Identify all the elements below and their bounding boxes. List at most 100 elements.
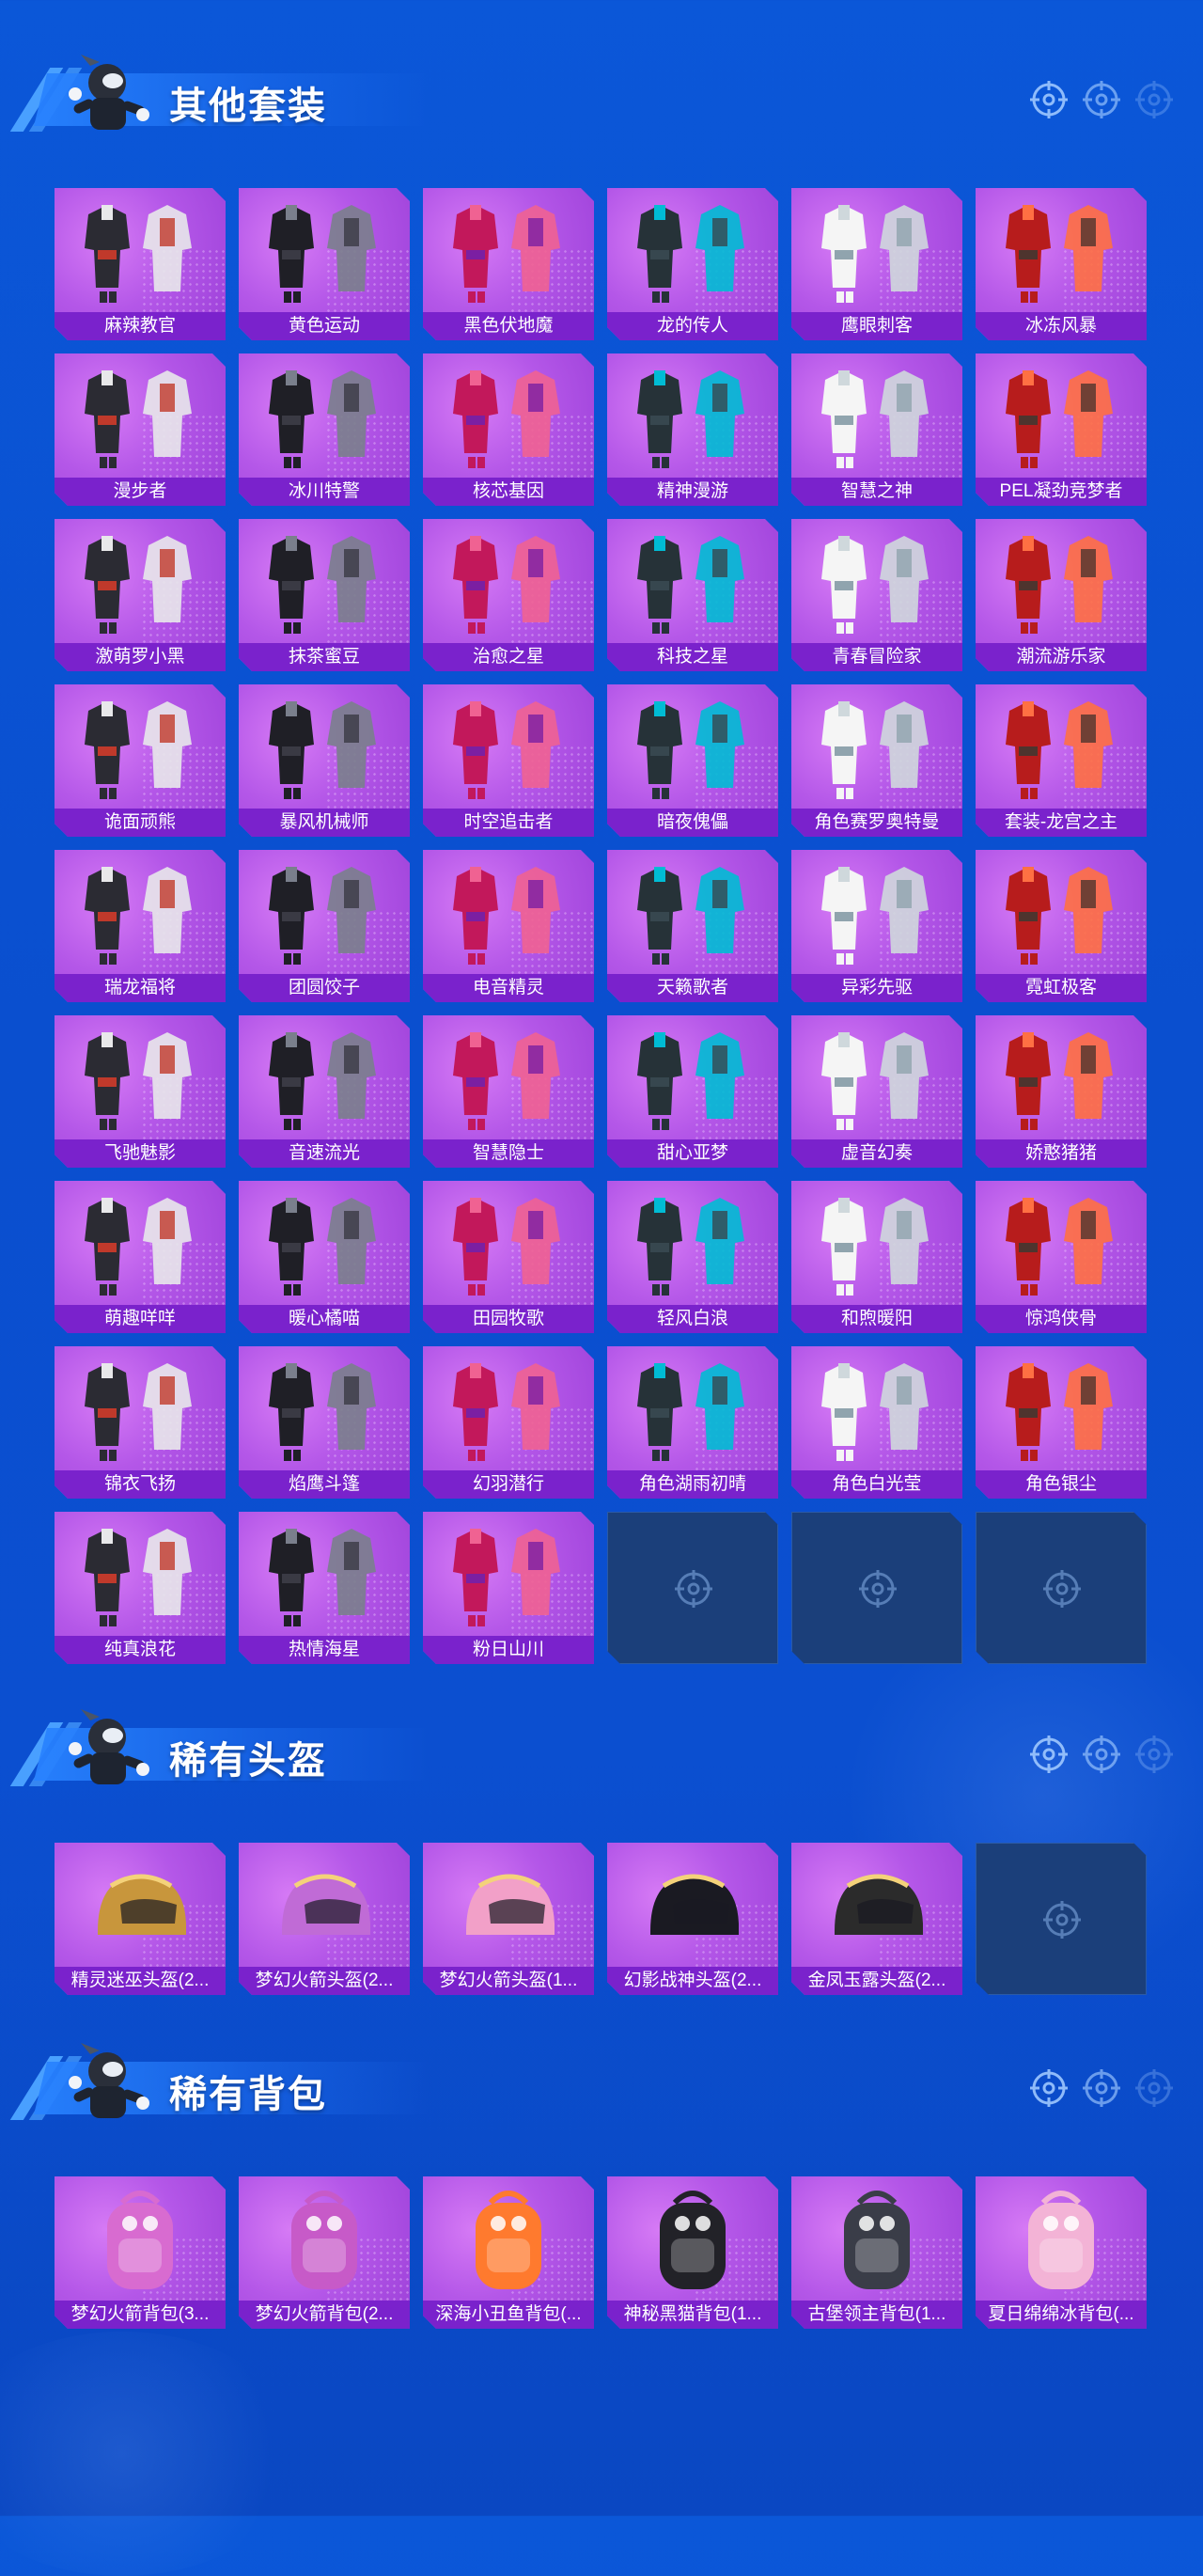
crosshair-target-icon — [857, 1568, 898, 1610]
item-tile[interactable]: 梦幻火箭背包(3... — [55, 2176, 226, 2329]
item-tile[interactable]: 精神漫游 — [607, 353, 778, 506]
item-tile[interactable]: 瑞龙福将 — [55, 850, 226, 1002]
item-name: 黑色伏地魔 — [423, 312, 594, 340]
item-tile[interactable]: 鹰眼刺客 — [791, 188, 962, 340]
outfit-icon — [239, 690, 410, 807]
item-tile[interactable]: 金凤玉露头盔(2... — [791, 1843, 962, 1995]
item-tile[interactable]: 冰冻风暴 — [976, 188, 1147, 340]
item-tile[interactable]: 潮流游乐家 — [976, 519, 1147, 671]
outfit-icon — [423, 690, 594, 807]
outfit-icon — [791, 1021, 962, 1138]
item-tile[interactable]: 甜心亚梦 — [607, 1015, 778, 1168]
item-tile[interactable]: 虚音幻奏 — [791, 1015, 962, 1168]
item-tile[interactable]: 暴风机械师 — [239, 684, 410, 837]
item-name: 鹰眼刺客 — [791, 312, 962, 340]
item-name: 角色湖雨初晴 — [607, 1470, 778, 1499]
item-tile[interactable]: 时空追击者 — [423, 684, 594, 837]
item-tile[interactable]: 激萌罗小黑 — [55, 519, 226, 671]
item-grid: 梦幻火箭背包(3... 梦幻火箭背包(2... 深海小丑鱼背包(... 神秘黑猫… — [55, 2176, 1147, 2329]
outfit-icon — [423, 1517, 594, 1634]
item-tile[interactable]: 角色赛罗奥特曼 — [791, 684, 962, 837]
item-tile[interactable]: 龙的传人 — [607, 188, 778, 340]
item-tile[interactable]: 飞驰魅影 — [55, 1015, 226, 1168]
item-tile[interactable]: 角色白光莹 — [791, 1346, 962, 1499]
item-tile[interactable]: 黑色伏地魔 — [423, 188, 594, 340]
item-tile[interactable]: 冰川特警 — [239, 353, 410, 506]
item-tile[interactable]: 暖心橘喵 — [239, 1181, 410, 1333]
outfit-icon — [607, 1186, 778, 1303]
item-name: PEL凝劲竞梦者 — [976, 478, 1147, 506]
item-tile[interactable]: 霓虹极客 — [976, 850, 1147, 1002]
item-tile[interactable]: 套装-龙宫之主 — [976, 684, 1147, 837]
item-tile[interactable]: 轻风白浪 — [607, 1181, 778, 1333]
empty-slot — [791, 1512, 962, 1664]
item-tile[interactable]: 和煦暖阳 — [791, 1181, 962, 1333]
item-tile[interactable]: 焰鹰斗篷 — [239, 1346, 410, 1499]
item-tile[interactable]: 深海小丑鱼背包(... — [423, 2176, 594, 2329]
item-tile[interactable]: 诡面顽熊 — [55, 684, 226, 837]
item-tile[interactable]: 梦幻火箭头盔(1... — [423, 1843, 594, 1995]
item-name: 幻影战神头盔(2... — [607, 1967, 778, 1995]
item-tile[interactable]: 黄色运动 — [239, 188, 410, 340]
item-name: 梦幻火箭背包(2... — [239, 2301, 410, 2329]
outfit-icon — [791, 525, 962, 641]
item-name: 霓虹极客 — [976, 974, 1147, 1002]
outfit-icon — [791, 194, 962, 310]
item-tile[interactable]: 音速流光 — [239, 1015, 410, 1168]
item-tile[interactable]: 电音精灵 — [423, 850, 594, 1002]
item-tile[interactable]: 古堡领主背包(1... — [791, 2176, 962, 2329]
item-tile[interactable]: 智慧隐士 — [423, 1015, 594, 1168]
item-tile[interactable]: 智慧之神 — [791, 353, 962, 506]
item-tile[interactable]: 锦衣飞扬 — [55, 1346, 226, 1499]
item-name: 神秘黑猫背包(1... — [607, 2301, 778, 2329]
section-title: 其他套装 — [169, 86, 327, 127]
item-tile[interactable]: 娇憨猪猪 — [976, 1015, 1147, 1168]
item-tile[interactable]: 梦幻火箭头盔(2... — [239, 1843, 410, 1995]
item-tile[interactable]: 天籁歌者 — [607, 850, 778, 1002]
item-tile[interactable]: 角色湖雨初晴 — [607, 1346, 778, 1499]
item-tile[interactable]: 纯真浪花 — [55, 1512, 226, 1664]
item-name: 田园牧歌 — [423, 1305, 594, 1333]
crosshair-target-icon — [1028, 1734, 1070, 1775]
item-name: 激萌罗小黑 — [55, 643, 226, 671]
item-tile[interactable]: 惊鸿侠骨 — [976, 1181, 1147, 1333]
item-tile[interactable]: 异彩先驱 — [791, 850, 962, 1002]
item-tile[interactable]: 抹茶蜜豆 — [239, 519, 410, 671]
item-name: 精神漫游 — [607, 478, 778, 506]
item-name: 角色赛罗奥特曼 — [791, 809, 962, 837]
item-tile[interactable]: 幻羽潜行 — [423, 1346, 594, 1499]
item-tile[interactable]: 暗夜傀儡 — [607, 684, 778, 837]
outfit-icon — [976, 194, 1147, 310]
item-tile[interactable]: 精灵迷巫头盔(2... — [55, 1843, 226, 1995]
item-tile[interactable]: 麻辣教官 — [55, 188, 226, 340]
item-tile[interactable]: PEL凝劲竞梦者 — [976, 353, 1147, 506]
outfit-icon — [55, 856, 226, 972]
outfit-icon — [239, 1352, 410, 1469]
item-name: 套装-龙宫之主 — [976, 809, 1147, 837]
item-name: 粉日山川 — [423, 1636, 594, 1664]
section-header: 稀有背包 — [9, 2035, 1175, 2139]
item-tile[interactable]: 热情海星 — [239, 1512, 410, 1664]
crosshair-target-icon — [1041, 1899, 1083, 1940]
item-name: 金凤玉露头盔(2... — [791, 1967, 962, 1995]
item-name: 娇憨猪猪 — [976, 1139, 1147, 1168]
item-tile[interactable]: 漫步者 — [55, 353, 226, 506]
item-tile[interactable]: 青春冒险家 — [791, 519, 962, 671]
item-tile[interactable]: 梦幻火箭背包(2... — [239, 2176, 410, 2329]
item-tile[interactable]: 角色银尘 — [976, 1346, 1147, 1499]
item-tile[interactable]: 科技之星 — [607, 519, 778, 671]
item-tile[interactable]: 幻影战神头盔(2... — [607, 1843, 778, 1995]
item-tile[interactable]: 核芯基因 — [423, 353, 594, 506]
item-name: 热情海星 — [239, 1636, 410, 1664]
item-tile[interactable]: 治愈之星 — [423, 519, 594, 671]
item-name: 音速流光 — [239, 1139, 410, 1168]
item-tile[interactable]: 田园牧歌 — [423, 1181, 594, 1333]
item-tile[interactable]: 萌趣咩咩 — [55, 1181, 226, 1333]
item-tile[interactable]: 夏日绵绵冰背包(... — [976, 2176, 1147, 2329]
item-tile[interactable]: 粉日山川 — [423, 1512, 594, 1664]
item-name: 瑞龙福将 — [55, 974, 226, 1002]
outfit-icon — [976, 1186, 1147, 1303]
outfit-icon — [423, 525, 594, 641]
item-tile[interactable]: 团圆饺子 — [239, 850, 410, 1002]
item-tile[interactable]: 神秘黑猫背包(1... — [607, 2176, 778, 2329]
